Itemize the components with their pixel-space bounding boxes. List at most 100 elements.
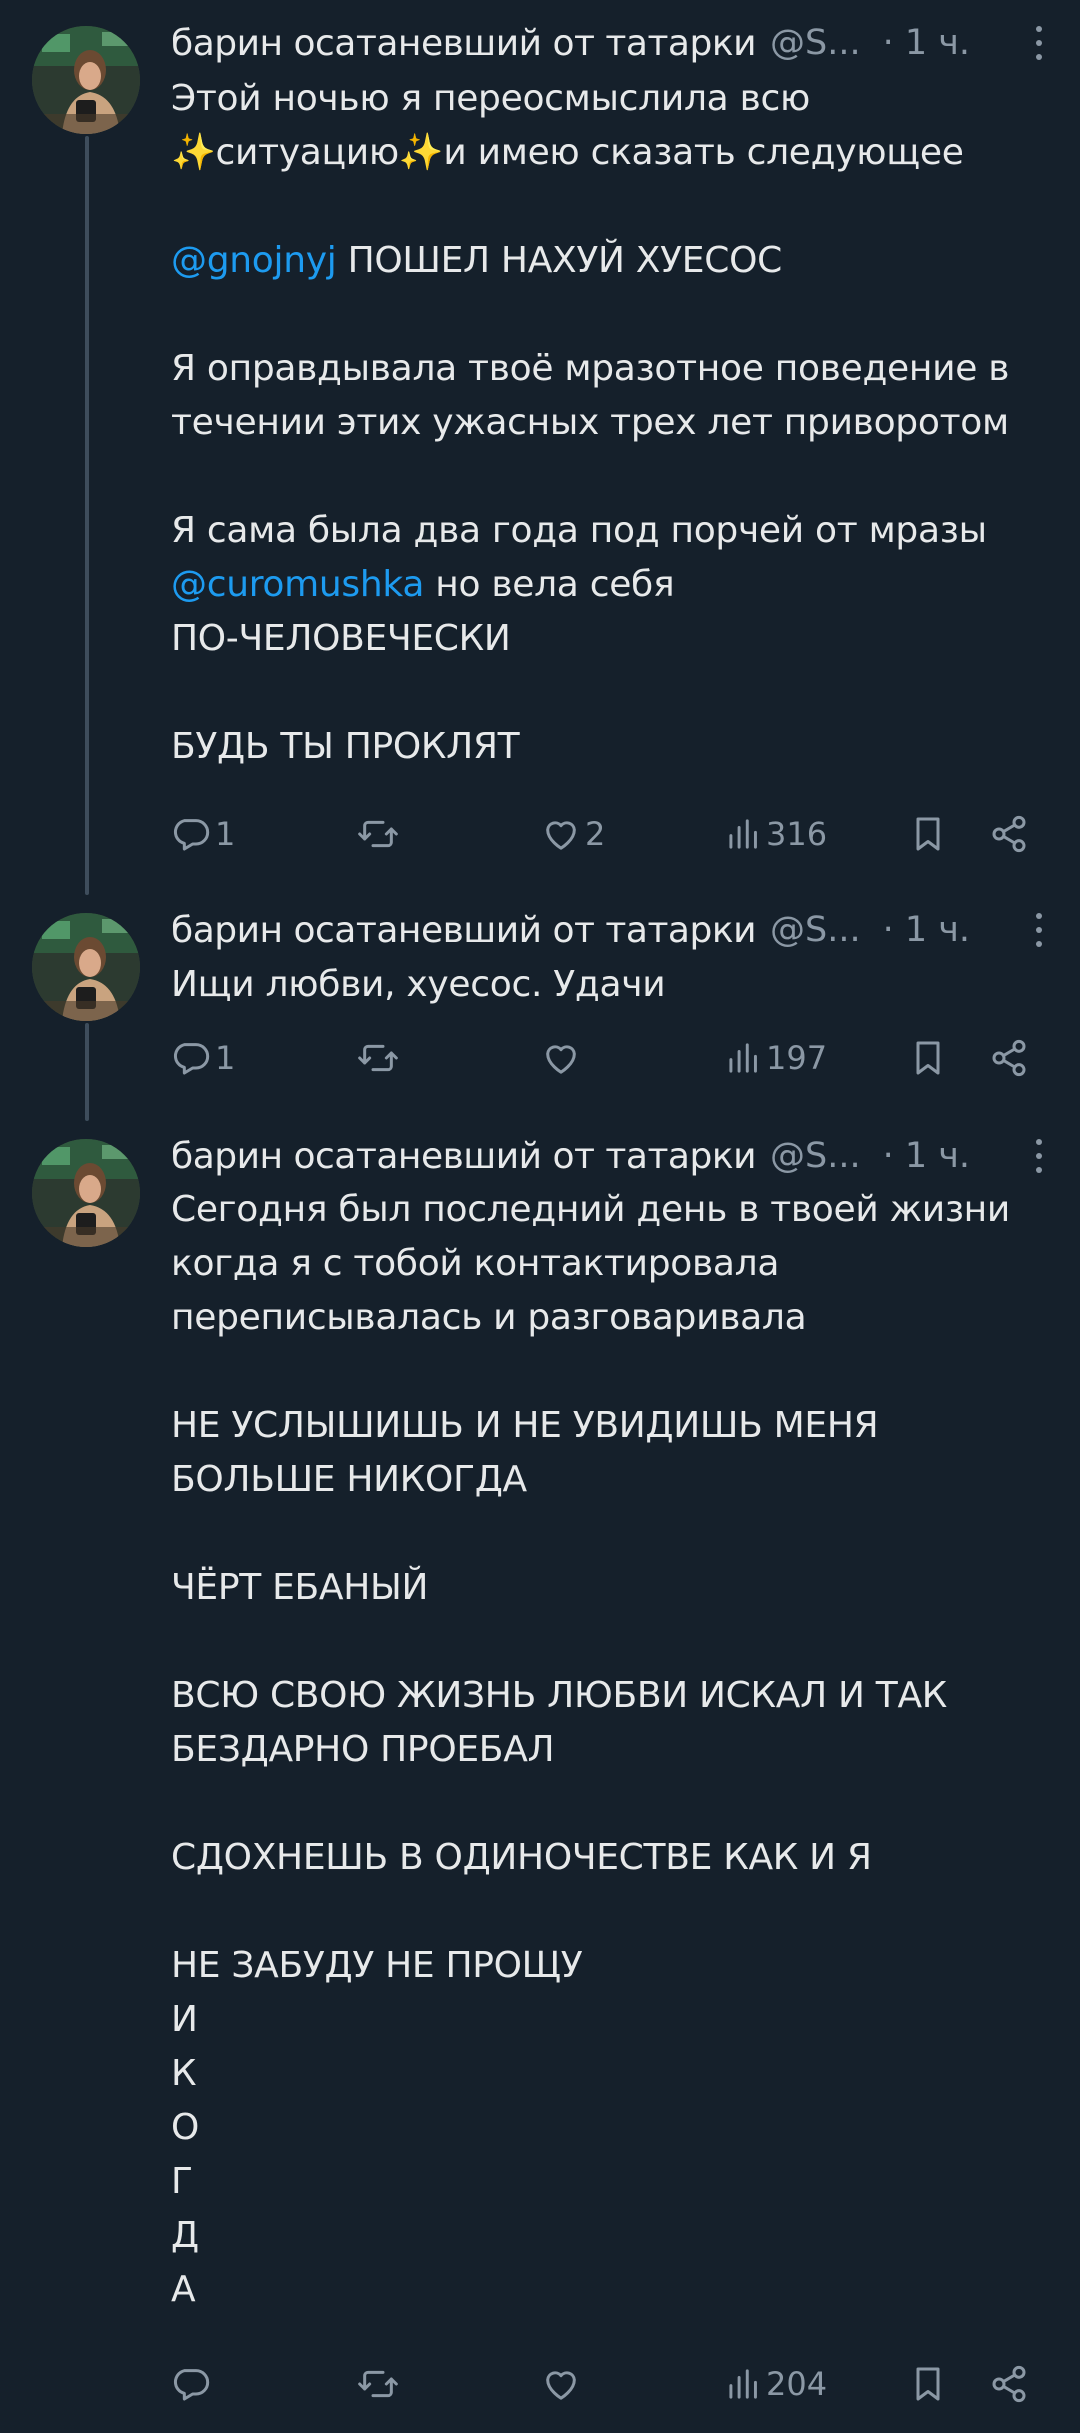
like-count: 2: [585, 815, 606, 853]
tweet-text: Сегодня был последний день в твоей жизни…: [171, 1183, 1051, 2317]
tweet-actions: 1 2 316: [171, 812, 1041, 856]
text-segment: И: [171, 1999, 198, 2040]
share-icon: [989, 2364, 1029, 2404]
bookmark-button[interactable]: [911, 1036, 945, 1080]
text-line: БУДЬ ТЫ ПРОКЛЯТ: [171, 720, 1051, 774]
retweet-icon: [356, 1038, 400, 1078]
text-segment: БОЛЬШЕ НИКОГДА: [171, 1459, 527, 1500]
text-segment: БЕЗДАРНО ПРОЕБАЛ: [171, 1729, 555, 1770]
text-segment: ✨ситуацию✨и имею сказать следующее: [171, 132, 964, 173]
retweet-icon: [356, 814, 400, 854]
views-button[interactable]: 316: [726, 812, 827, 856]
mention-link[interactable]: @curomushka: [171, 564, 424, 605]
views-count: 316: [766, 815, 828, 853]
bookmark-button[interactable]: [911, 812, 945, 856]
avatar[interactable]: [32, 913, 140, 1021]
reply-icon: [171, 1038, 211, 1078]
reply-icon: [171, 814, 211, 854]
avatar[interactable]: [32, 26, 140, 134]
text-line: НЕ ЗАБУДУ НЕ ПРОЩУ: [171, 1939, 1051, 1993]
views-count: 197: [766, 1039, 828, 1077]
text-line: Г: [171, 2155, 1051, 2209]
like-button[interactable]: [541, 2362, 585, 2406]
more-options-icon[interactable]: [1034, 913, 1044, 947]
like-icon: [541, 2364, 581, 2404]
text-line: И: [171, 1993, 1051, 2047]
text-line: ✨ситуацию✨и имею сказать следующее: [171, 126, 1051, 180]
text-line: переписывалась и разговаривала: [171, 1291, 1051, 1345]
more-options-icon[interactable]: [1034, 26, 1044, 60]
text-segment: ЧЁРТ ЕБАНЫЙ: [171, 1567, 429, 1608]
retweet-button[interactable]: [356, 1036, 404, 1080]
tweet-time[interactable]: · 1 ч.: [883, 910, 970, 950]
text-segment: НЕ УСЛЫШИШЬ И НЕ УВИДИШЬ МЕНЯ: [171, 1405, 879, 1446]
text-line: Ищи любви, хуесос. Удачи: [171, 958, 1051, 1012]
tweet-text: Этой ночью я переосмыслила всю ✨ситуацию✨…: [171, 72, 1051, 774]
text-line: НЕ УСЛЫШИШЬ И НЕ УВИДИШЬ МЕНЯ: [171, 1399, 1051, 1453]
reply-button[interactable]: 1: [171, 812, 235, 856]
author-handle[interactable]: @S...: [770, 1136, 861, 1176]
share-icon: [989, 814, 1029, 854]
text-line: Я сама была два года под порчей от мразы: [171, 504, 1051, 558]
more-options-icon[interactable]: [1034, 1139, 1044, 1173]
reply-button[interactable]: 1: [171, 1036, 235, 1080]
tweet-actions: 1 197: [171, 1036, 1041, 1080]
text-segment: но вела себя: [424, 564, 675, 605]
reply-icon: [171, 2364, 211, 2404]
author-name[interactable]: барин осатаневший от татарки: [171, 1136, 756, 1177]
like-icon: [541, 814, 581, 854]
text-line: СДОХНЕШЬ В ОДИНОЧЕСТВЕ КАК И Я: [171, 1831, 1051, 1885]
tweet-header: барин осатаневший от татарки @S... · 1 ч.: [171, 905, 1080, 955]
text-segment: Г: [171, 2161, 193, 2202]
views-icon: [726, 814, 762, 854]
text-segment: БУДЬ ТЫ ПРОКЛЯТ: [171, 726, 520, 767]
retweet-icon: [356, 2364, 400, 2404]
text-segment: Сегодня был последний день в твоей жизни: [171, 1189, 1011, 1230]
tweet-time[interactable]: · 1 ч.: [883, 1136, 970, 1176]
text-segment: ВСЮ СВОЮ ЖИЗНЬ ЛЮБВИ ИСКАЛ И ТАК: [171, 1675, 948, 1716]
tweet-text: Ищи любви, хуесос. Удачи: [171, 958, 1051, 1012]
text-segment: К: [171, 2053, 197, 2094]
like-button[interactable]: 2: [541, 812, 605, 856]
tweet-time[interactable]: · 1 ч.: [883, 23, 970, 63]
bookmark-button[interactable]: [911, 2362, 945, 2406]
text-line: А: [171, 2263, 1051, 2317]
bookmark-icon: [911, 814, 945, 854]
like-icon: [541, 1038, 581, 1078]
tweet-actions: 204: [171, 2362, 1041, 2406]
views-button[interactable]: 197: [726, 1036, 827, 1080]
text-segment: Я оправдывала твоё мразотное поведение в: [171, 348, 1010, 389]
share-button[interactable]: [989, 812, 1029, 856]
retweet-button[interactable]: [356, 2362, 404, 2406]
views-button[interactable]: 204: [726, 2362, 827, 2406]
author-name[interactable]: барин осатаневший от татарки: [171, 910, 756, 951]
author-name[interactable]: барин осатаневший от татарки: [171, 23, 756, 64]
text-segment: ПО-ЧЕЛОВЕЧЕСКИ: [171, 618, 511, 659]
share-icon: [989, 1038, 1029, 1078]
text-segment: когда я с тобой контактировала: [171, 1243, 780, 1284]
author-handle[interactable]: @S...: [770, 910, 861, 950]
text-line: течении этих ужасных трех лет приворотом: [171, 396, 1051, 450]
avatar[interactable]: [32, 1139, 140, 1247]
text-segment: Этой ночью я переосмыслила всю: [171, 78, 810, 119]
text-segment: Я сама была два года под порчей от мразы: [171, 510, 987, 551]
text-line: когда я с тобой контактировала: [171, 1237, 1051, 1291]
like-button[interactable]: [541, 1036, 585, 1080]
author-handle[interactable]: @S...: [770, 23, 861, 63]
text-line: @gnojnyj ПОШЕЛ НАХУЙ ХУЕСОС: [171, 234, 1051, 288]
reply-count: 1: [215, 1039, 236, 1077]
share-button[interactable]: [989, 2362, 1029, 2406]
share-button[interactable]: [989, 1036, 1029, 1080]
reply-count: 1: [215, 815, 236, 853]
reply-button[interactable]: [171, 2362, 215, 2406]
retweet-button[interactable]: [356, 812, 404, 856]
text-segment: Д: [171, 2215, 199, 2256]
bookmark-icon: [911, 2364, 945, 2404]
text-segment: Ищи любви, хуесос. Удачи: [171, 964, 666, 1005]
bookmark-icon: [911, 1038, 945, 1078]
mention-link[interactable]: @gnojnyj: [171, 240, 337, 281]
